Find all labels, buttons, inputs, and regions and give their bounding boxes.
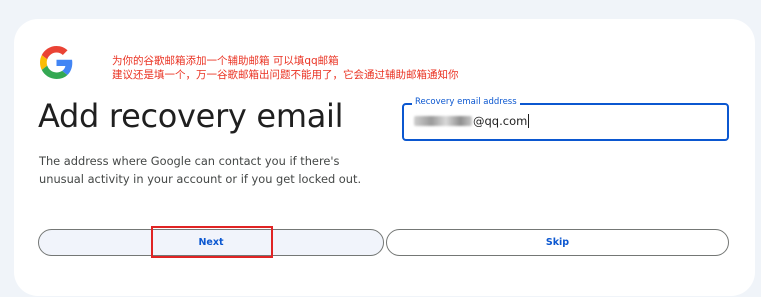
page-title: Add recovery email: [38, 97, 344, 135]
recovery-email-label: Recovery email address: [412, 97, 520, 107]
recovery-email-input[interactable]: @qq.com: [414, 114, 530, 128]
recovery-email-field[interactable]: Recovery email address @qq.com: [402, 97, 729, 141]
skip-button-label: Skip: [545, 237, 570, 248]
google-logo-icon: [40, 46, 73, 79]
annotation-line-1: 为你的谷歌邮箱添加一个辅助邮箱 可以填qq邮箱: [112, 55, 339, 67]
annotation-line-2: 建议还是填一个，万一谷歌邮箱出问题不能用了，它会通过辅助邮箱通知你: [112, 69, 459, 81]
page-description: The address where Google can contact you…: [39, 154, 362, 186]
red-annotation-note: 为你的谷歌邮箱添加一个辅助邮箱 可以填qq邮箱 建议还是填一个，万一谷歌邮箱出问…: [112, 54, 459, 82]
redacted-username: [414, 116, 472, 126]
next-highlight-box: [151, 226, 273, 258]
text-cursor: [528, 114, 530, 128]
recovery-email-domain: @qq.com: [473, 114, 528, 128]
skip-button[interactable]: Skip: [386, 229, 729, 256]
